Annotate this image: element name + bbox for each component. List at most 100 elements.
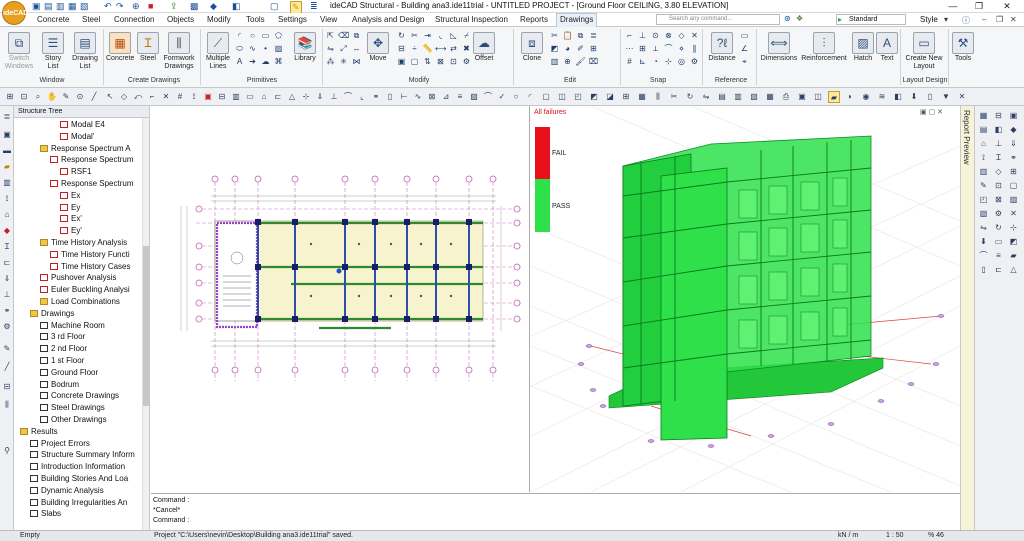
tb-pan-icon[interactable]: ✋ [46, 91, 58, 103]
tb-rebar-icon[interactable]: ⌒ [342, 91, 354, 103]
snap-grid-icon[interactable]: # [624, 56, 635, 67]
tree-item[interactable]: Ex' [60, 214, 82, 223]
right-tool-icon[interactable]: ▥ [978, 166, 989, 177]
tb-frame-icon[interactable]: ▢ [540, 91, 552, 103]
snap-midpoint-icon[interactable]: ⊥ [637, 30, 648, 41]
right-tool-icon[interactable]: ⊏ [993, 264, 1004, 275]
tb-split-icon[interactable]: ◫ [812, 91, 824, 103]
drawing-list-button[interactable]: ▤ Drawing List [70, 32, 100, 71]
switch-windows-button[interactable]: ⧉ Switch Windows [4, 32, 34, 71]
right-tool-icon[interactable]: ◩ [1008, 236, 1019, 247]
minimize-ribbon-icon[interactable]: – [982, 15, 986, 24]
view-close-icon[interactable]: ✕ [937, 109, 943, 116]
eraser-icon[interactable]: ⌫ [338, 30, 349, 41]
right-tool-icon[interactable]: ↻ [993, 222, 1004, 233]
tb-grid-icon[interactable]: # [174, 91, 186, 103]
menu-connection[interactable]: Connection [114, 15, 154, 24]
brush-icon[interactable]: 🖌 [575, 56, 586, 67]
divide-icon[interactable]: ÷ [409, 43, 420, 54]
snap-intersect-icon[interactable]: ✕ [689, 30, 700, 41]
ls-profile-icon[interactable]: ⫼ [2, 400, 12, 410]
tb-circle-icon[interactable]: ○ [510, 91, 522, 103]
tree-item[interactable]: Euler Buckling Analysi [40, 285, 130, 294]
snap-insert-icon[interactable]: ⊞ [637, 43, 648, 54]
join-icon[interactable]: ⋈ [351, 56, 362, 67]
tree-item[interactable]: Response Spectrum [50, 155, 133, 164]
tb-section-icon[interactable]: ⊠ [426, 91, 438, 103]
tree-item[interactable]: Other Drawings [40, 415, 107, 424]
menu-structural-inspection[interactable]: Structural Inspection [435, 15, 508, 24]
right-tool-icon[interactable]: △ [1008, 264, 1019, 275]
tree-item[interactable]: Introduction Information [30, 462, 125, 471]
text-button[interactable]: A Text [876, 32, 898, 63]
rotate-icon[interactable]: ↻ [396, 30, 407, 41]
right-tool-icon[interactable]: ▨ [1008, 194, 1019, 205]
report-preview-tab[interactable]: Report Preview [962, 110, 971, 165]
right-tool-icon[interactable]: ⊡ [993, 180, 1004, 191]
tree-item[interactable]: Ey [60, 203, 80, 212]
tb-arrow-down-icon[interactable]: ⬇ [908, 91, 920, 103]
insert-icon[interactable]: ⊕ [562, 56, 573, 67]
tb-bulb-icon[interactable]: ◉ [860, 91, 872, 103]
tb-cross-icon[interactable]: ✕ [160, 91, 172, 103]
ls-link-icon[interactable]: ⚭ [2, 306, 12, 316]
ls-column-icon[interactable]: ▣ [2, 130, 12, 140]
tb-shade-icon[interactable]: ◩ [588, 91, 600, 103]
menu-concrete[interactable]: Concrete [37, 15, 69, 24]
stretch-icon[interactable]: ↔ [351, 43, 362, 54]
tree-scrollbar-thumb[interactable] [143, 246, 149, 406]
ls-gear-icon[interactable]: ⚙ [2, 322, 12, 332]
right-tool-icon[interactable]: Ɪ [993, 152, 1004, 163]
menu-drawings[interactable]: Drawings [556, 13, 598, 27]
align-icon[interactable]: ⊟ [396, 43, 407, 54]
right-tool-icon[interactable]: ⇋ [978, 222, 989, 233]
mirror-icon[interactable]: ⇋ [325, 43, 336, 54]
tb-layer-icon[interactable]: ≡ [454, 91, 466, 103]
tb-arrow-icon[interactable]: ↖ [104, 91, 116, 103]
right-tool-icon[interactable]: ⚭ [1008, 152, 1019, 163]
style-select[interactable]: Standard [836, 14, 906, 25]
area-icon[interactable]: ▭ [739, 30, 750, 41]
tree-item[interactable]: Response Spectrum A [40, 144, 131, 153]
tree-item[interactable]: Modal' [60, 132, 94, 141]
minimize-button[interactable]: — [942, 0, 964, 12]
tb-beam-icon[interactable]: ⊟ [216, 91, 228, 103]
multiple-lines-button[interactable]: ⟋ Multiple Lines [203, 32, 233, 71]
tb-render-icon[interactable]: ◪ [604, 91, 616, 103]
steel-drawing-button[interactable]: Ɪ Steel [136, 32, 160, 63]
tb-hatch-icon[interactable]: ▨ [468, 91, 480, 103]
menu-analysis-and-design[interactable]: Analysis and Design [352, 15, 424, 24]
tree-item[interactable]: Time History Analysis [40, 238, 127, 247]
help-icon[interactable]: ❖ [796, 14, 808, 25]
new-icon[interactable]: ▥ [56, 1, 65, 12]
menu-reports[interactable]: Reports [520, 15, 548, 24]
array-icon[interactable]: ⁂ [325, 56, 336, 67]
tb-cut-icon[interactable]: ✂ [668, 91, 680, 103]
tb-diamond-icon[interactable]: ◇ [118, 91, 130, 103]
tree-item[interactable]: Building Stories And Loa [30, 474, 128, 483]
coord-icon[interactable]: ⌖ [739, 56, 750, 67]
measure-icon[interactable]: 📏 [422, 43, 433, 54]
circle-icon[interactable]: ○ [247, 30, 258, 41]
scale-icon[interactable]: ⤢ [338, 43, 349, 54]
snap-parallel-icon[interactable]: ∥ [689, 43, 700, 54]
undo-icon[interactable]: ↶ [104, 1, 112, 12]
right-tool-icon[interactable]: ⚙ [993, 208, 1004, 219]
style-dropdown-icon[interactable]: ▾ [944, 15, 948, 24]
tree-item[interactable]: Response Spectrum [50, 179, 133, 188]
snap-nearest-icon[interactable]: ⋄ [676, 43, 687, 54]
menu-tools[interactable]: Tools [246, 15, 265, 24]
tb-hook-icon[interactable]: ⌞ [356, 91, 368, 103]
tb-rotate-icon[interactable]: ↻ [684, 91, 696, 103]
tb-slab-icon[interactable]: ▭ [244, 91, 256, 103]
search-input[interactable]: Search any command... [656, 14, 780, 25]
print-icon[interactable]: ▦ [68, 1, 77, 12]
tb-mirror-icon[interactable]: ⇋ [700, 91, 712, 103]
text-primitive-icon[interactable]: A [234, 56, 245, 67]
concrete-drawing-button[interactable]: ▦ Concrete [106, 32, 134, 63]
3d-view[interactable] [530, 105, 961, 493]
right-tool-icon[interactable]: ⊞ [1008, 166, 1019, 177]
right-tool-icon[interactable]: ▯ [978, 264, 989, 275]
tb-cube-icon[interactable]: ◧ [892, 91, 904, 103]
ls-opening-icon[interactable]: ⊏ [2, 258, 12, 268]
